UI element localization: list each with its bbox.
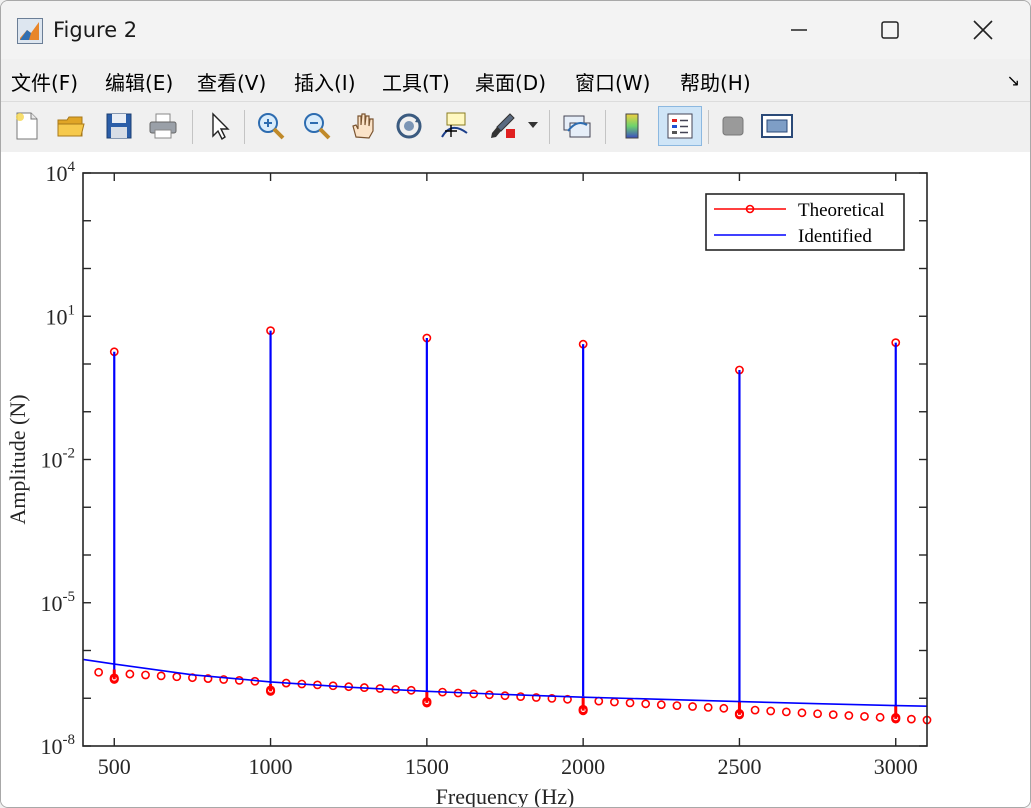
menu-window[interactable]: 窗口(W) xyxy=(575,67,650,96)
theoretical-point xyxy=(641,699,651,709)
y-tick-label: 10-5 xyxy=(41,589,76,616)
menu-insert[interactable]: 插入(I) xyxy=(294,67,356,96)
y-tick-label: 10-2 xyxy=(41,446,76,473)
theoretical-point xyxy=(719,703,729,713)
close-icon xyxy=(973,20,993,40)
theoretical-point xyxy=(141,670,150,680)
colorbar-icon[interactable] xyxy=(614,108,650,144)
theoretical-point xyxy=(906,714,916,724)
toolbar-separator xyxy=(708,110,709,144)
theoretical-point xyxy=(672,701,682,711)
theoretical-point xyxy=(94,667,104,677)
theoretical-point xyxy=(828,710,838,720)
x-tick-label: 2500 xyxy=(717,754,761,779)
toolbar-separator xyxy=(549,110,550,144)
theoretical-point xyxy=(656,700,666,710)
toolbar-separator xyxy=(192,110,193,144)
link-plot-icon[interactable] xyxy=(559,108,595,144)
theoretical-point xyxy=(484,690,494,700)
theoretical-point xyxy=(234,675,244,685)
figure-window: Figure 2 文件(F) 编辑(E) 查看(V) 插入(I) 工具(T) 桌… xyxy=(0,0,1031,808)
theoretical-point xyxy=(813,709,822,719)
select-arrow-icon[interactable] xyxy=(201,108,237,144)
theoretical-point xyxy=(703,703,713,712)
x-axis-label: Frequency (Hz) xyxy=(436,784,575,807)
save-icon[interactable] xyxy=(101,108,137,144)
theoretical-point xyxy=(500,691,510,701)
menu-help[interactable]: 帮助(H) xyxy=(680,67,751,96)
title-bar[interactable]: Figure 2 xyxy=(1,1,1030,59)
theoretical-point xyxy=(750,705,760,715)
theoretical-point xyxy=(781,707,791,717)
maximize-icon xyxy=(881,21,899,39)
theoretical-point xyxy=(688,702,697,711)
menu-desktop[interactable]: 桌面(D) xyxy=(475,67,546,96)
toolbar-separator xyxy=(244,110,245,144)
legend[interactable]: Theoretical Identified xyxy=(705,193,905,251)
menu-edit[interactable]: 编辑(E) xyxy=(105,67,173,96)
theoretical-point xyxy=(875,712,885,722)
theoretical-point xyxy=(594,696,604,706)
menu-bar: 文件(F) 编辑(E) 查看(V) 插入(I) 工具(T) 桌面(D) 窗口(W… xyxy=(1,59,1030,101)
matlab-app-icon xyxy=(17,18,43,44)
maximize-button[interactable] xyxy=(844,1,936,59)
menu-tools[interactable]: 工具(T) xyxy=(382,67,450,96)
theoretical-point xyxy=(516,692,526,701)
show-plot-tools-icon[interactable] xyxy=(759,108,795,144)
close-button[interactable] xyxy=(937,1,1029,59)
new-figure-icon[interactable] xyxy=(9,108,45,144)
y-axis-label: Amplitude (N) xyxy=(5,394,30,524)
plot-svg[interactable]: 500 1000 1500 2000 2500 3000 104 101 10-2 10-5 10-… xyxy=(1,152,1030,807)
x-tick-label: 3000 xyxy=(874,754,918,779)
theoretical-point xyxy=(797,708,807,718)
y-tick-label: 10-8 xyxy=(41,732,76,759)
x-tick-label: 2000 xyxy=(561,754,605,779)
x-tick-label: 1500 xyxy=(405,754,449,779)
minimize-button[interactable] xyxy=(753,1,845,59)
y-tick-label: 104 xyxy=(46,159,76,186)
legend-label-theoretical: Theoretical xyxy=(798,200,885,221)
window-title: Figure 2 xyxy=(53,18,138,42)
theoretical-point xyxy=(172,672,182,682)
minimize-icon xyxy=(791,29,807,31)
axes-box xyxy=(82,172,928,747)
open-file-icon[interactable] xyxy=(53,108,89,144)
legend-icon[interactable] xyxy=(658,106,702,146)
figure-canvas: 500 1000 1500 2000 2500 3000 104 101 10-2 10-5 10-… xyxy=(1,152,1030,807)
rotate-3d-icon[interactable] xyxy=(391,108,427,144)
theoretical-point xyxy=(844,711,854,720)
zoom-out-icon[interactable] xyxy=(299,108,335,144)
brush-icon[interactable] xyxy=(485,108,521,144)
legend-label-identified: Identified xyxy=(798,226,872,247)
theoretical-point xyxy=(156,671,166,681)
dock-arrow-icon[interactable]: ↘ xyxy=(1007,71,1020,90)
hide-plot-tools-icon[interactable] xyxy=(715,108,751,144)
y-tick-label: 101 xyxy=(46,302,76,329)
brush-dropdown-icon[interactable] xyxy=(523,108,543,144)
figure-toolbar xyxy=(1,101,1030,153)
theoretical-point xyxy=(610,697,619,707)
x-tick-label: 500 xyxy=(98,754,131,779)
menu-view[interactable]: 查看(V) xyxy=(197,67,266,96)
print-icon[interactable] xyxy=(145,108,181,144)
theoretical-point xyxy=(125,669,135,679)
toolbar-separator xyxy=(605,110,606,144)
theoretical-point xyxy=(625,698,635,708)
theoretical-point xyxy=(860,712,869,721)
data-cursor-icon[interactable] xyxy=(437,108,473,144)
menu-file[interactable]: 文件(F) xyxy=(11,67,78,96)
pan-hand-icon[interactable] xyxy=(345,108,381,144)
zoom-in-icon[interactable] xyxy=(253,108,289,144)
theoretical-point xyxy=(766,706,776,716)
x-tick-label: 1000 xyxy=(249,754,293,779)
